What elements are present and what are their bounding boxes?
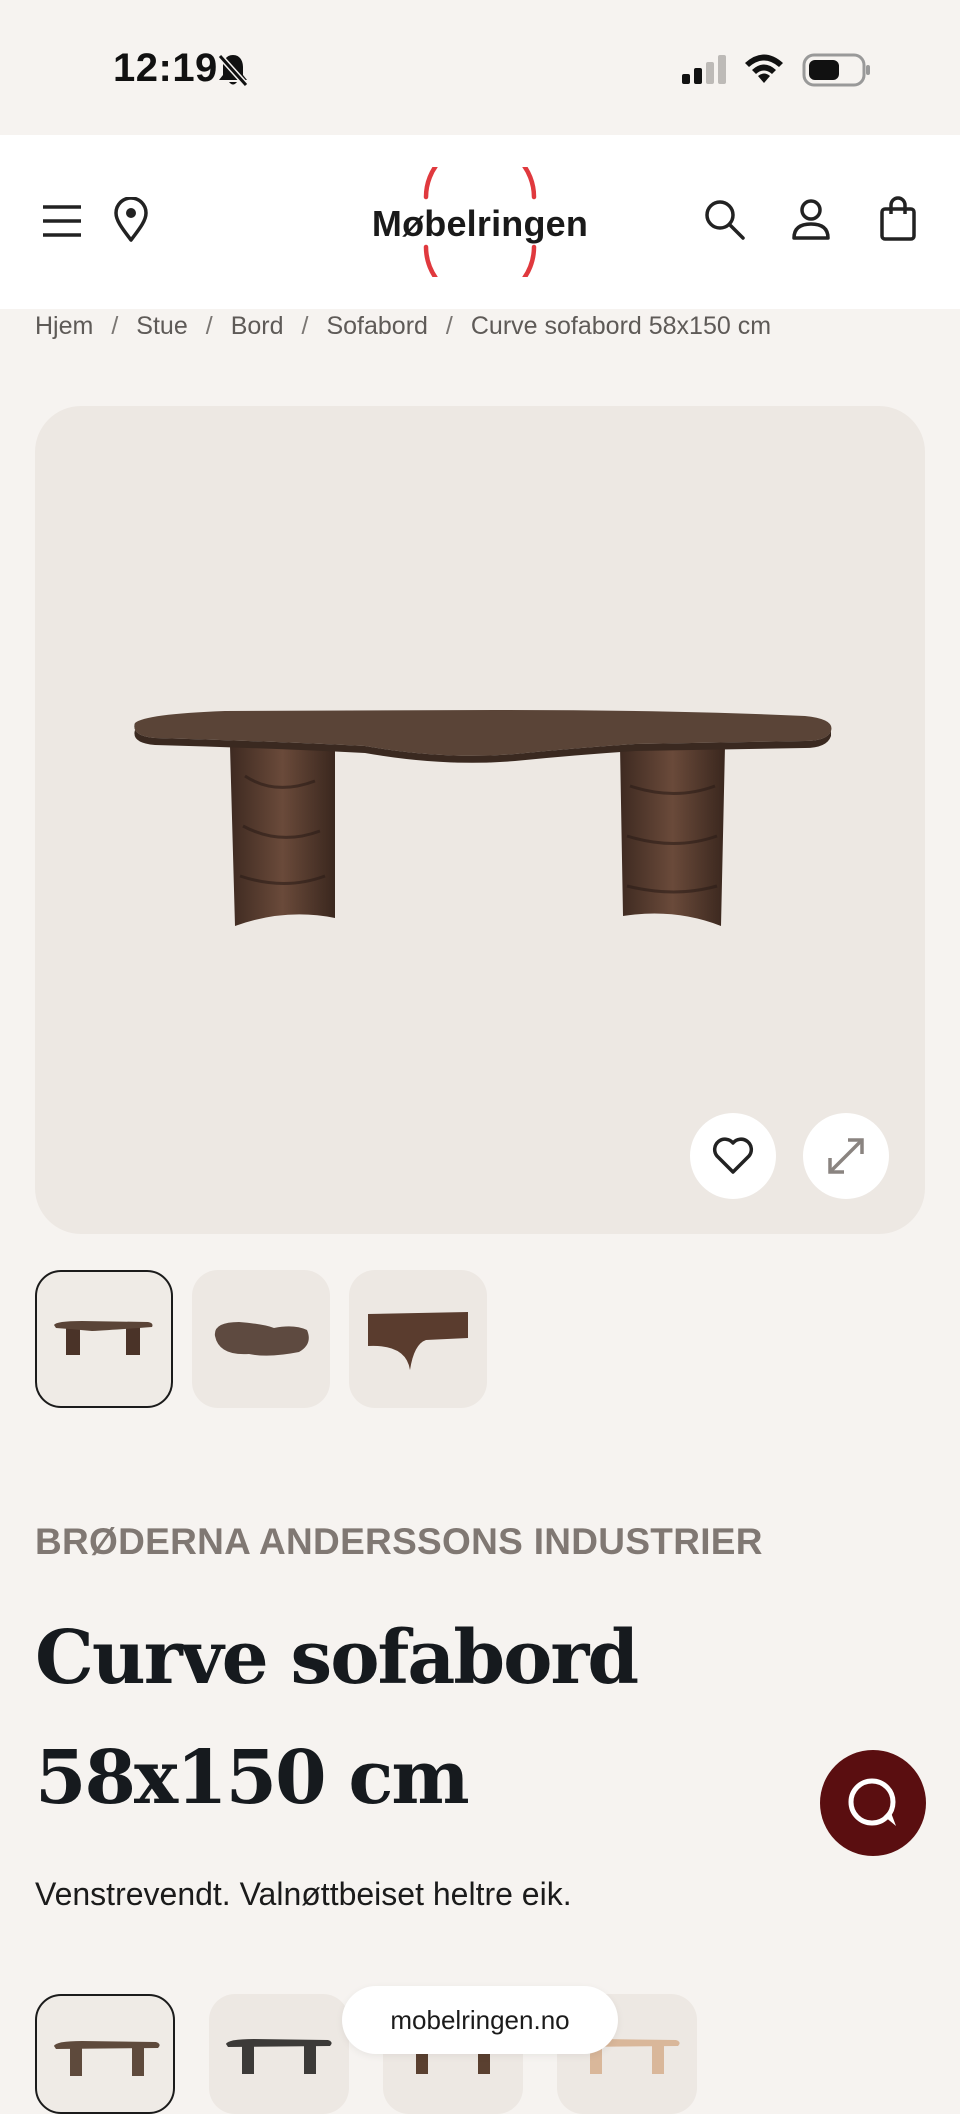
signal-icon — [682, 55, 726, 84]
breadcrumb-separator: / — [111, 312, 119, 340]
menu-icon — [43, 205, 81, 237]
bell-slash-icon — [217, 53, 249, 88]
product-description: Venstrevendt. Valnøttbeiset heltre eik. — [35, 1876, 572, 1912]
search-button[interactable] — [698, 193, 750, 245]
breadcrumb-separator: / — [301, 312, 309, 340]
thumbnail-top-view — [214, 1322, 309, 1356]
breadcrumb-link-home[interactable]: Hjem — [35, 312, 93, 341]
breadcrumb-separator: / — [205, 312, 213, 340]
variant-table-image — [54, 2041, 160, 2076]
store-locator-button[interactable] — [108, 191, 154, 249]
thumbnail-side-view — [54, 1321, 153, 1355]
thumbnail-2[interactable] — [192, 1270, 330, 1408]
variant-swatch[interactable] — [35, 1994, 175, 2114]
breadcrumb-link-stue[interactable]: Stue — [136, 312, 187, 341]
thumbnail-1[interactable] — [35, 1270, 173, 1408]
status-time: 12:19 — [113, 46, 218, 90]
fullscreen-button[interactable] — [803, 1113, 889, 1199]
cart-button[interactable] — [874, 191, 922, 247]
thumbnail-detail-view — [368, 1312, 468, 1370]
breadcrumb-current: Curve sofabord 58x150 cm — [470, 312, 772, 340]
chat-button[interactable] — [820, 1750, 926, 1856]
browser-url-bar[interactable]: mobelringen.no — [342, 1986, 618, 2054]
expand-icon — [828, 1138, 864, 1174]
chat-icon — [848, 1778, 896, 1826]
site-header: Møbelringen — [0, 135, 960, 309]
status-bar: 12:19 — [0, 0, 960, 135]
breadcrumb-link-bord[interactable]: Bord — [231, 312, 284, 341]
breadcrumb: Hjem / Stue / Bord / Sofabord / Curve sofabord 5… — [35, 312, 771, 341]
product-main-image[interactable] — [35, 406, 925, 1234]
menu-button[interactable] — [36, 195, 88, 247]
walnut-coffee-table-image — [134, 710, 832, 926]
product-brand[interactable]: BRØDERNA ANDERSSONS INDUSTRIER — [35, 1521, 763, 1563]
battery-icon — [802, 53, 870, 87]
wifi-icon — [745, 54, 783, 83]
site-logo[interactable]: Møbelringen — [360, 167, 600, 277]
breadcrumb-separator: / — [445, 312, 453, 340]
thumbnail-3[interactable] — [349, 1270, 487, 1408]
variant-swatch[interactable] — [209, 1994, 349, 2114]
heart-icon — [712, 1137, 754, 1174]
account-icon — [792, 199, 830, 240]
product-title: Curve sofabord 58x150 cm — [35, 1615, 639, 1821]
shopping-bag-icon — [880, 196, 916, 241]
favorite-button[interactable] — [690, 1113, 776, 1199]
search-icon — [705, 200, 745, 240]
variant-table-image — [226, 2039, 332, 2074]
breadcrumb-link-sofabord[interactable]: Sofabord — [326, 312, 427, 341]
account-button[interactable] — [786, 193, 836, 247]
location-pin-icon — [114, 197, 148, 242]
logo-text: Møbelringen — [371, 203, 589, 244]
